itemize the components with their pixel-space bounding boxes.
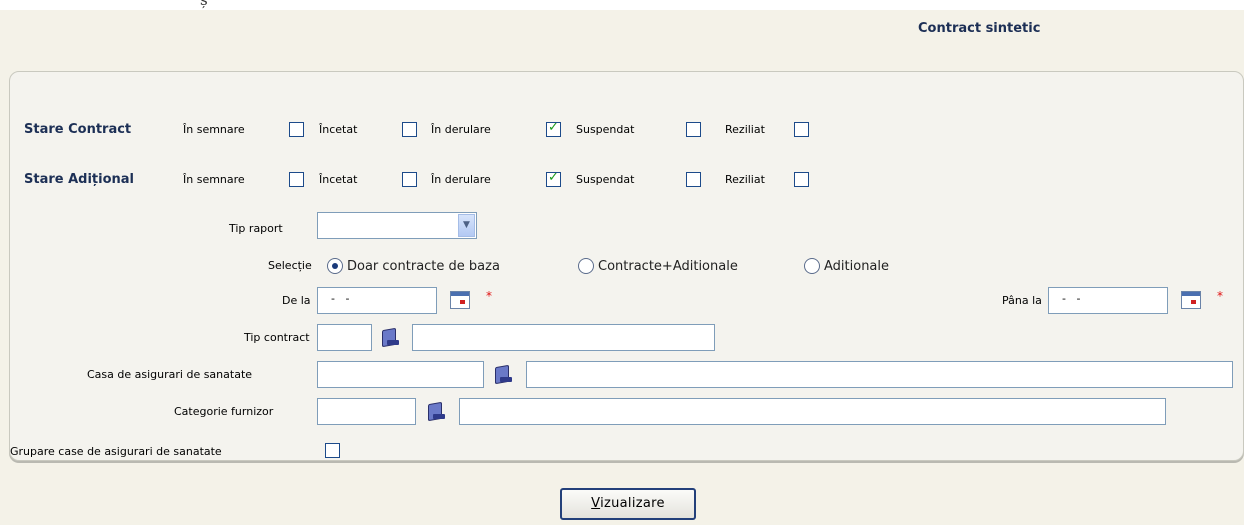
- de-la-label: De la: [282, 294, 311, 307]
- status-option-label: În semnare: [183, 173, 245, 186]
- calendar-icon[interactable]: [450, 291, 470, 309]
- status-option-label: Suspendat: [576, 123, 635, 136]
- chevron-down-icon[interactable]: ▼: [458, 214, 475, 237]
- categorie-furnizor-code-input[interactable]: [317, 398, 416, 425]
- status-checkbox[interactable]: [289, 172, 304, 187]
- radio-contracte-aditionale[interactable]: [578, 258, 594, 274]
- casa-asigurari-label: Casa de asigurari de sanatate: [87, 368, 253, 381]
- selectie-label: Selecție: [268, 259, 312, 272]
- tip-contract-label: Tip contract: [244, 331, 310, 344]
- stare-aditional-label: Stare Adițional: [24, 172, 135, 187]
- categorie-furnizor-name-input[interactable]: [459, 398, 1166, 425]
- grupare-label: Grupare case de asigurari de sanatate: [10, 445, 222, 458]
- status-option-label: Încetat: [319, 173, 358, 186]
- radio-aditionale[interactable]: [804, 258, 820, 274]
- status-checkbox[interactable]: [794, 122, 809, 137]
- checkmark-icon: ✓: [548, 170, 559, 185]
- status-option-label: Reziliat: [725, 123, 765, 136]
- clipped-header-text: ș: [200, 0, 209, 9]
- vizualizare-button[interactable]: Vizualizare: [560, 488, 696, 520]
- status-option-label: În semnare: [183, 123, 245, 136]
- de-la-input[interactable]: - -: [317, 287, 437, 314]
- status-checkbox[interactable]: ✓: [546, 120, 561, 137]
- pana-la-label: Pâna la: [1002, 294, 1042, 307]
- casa-asigurari-code-input[interactable]: [317, 361, 484, 388]
- required-mark: *: [486, 289, 492, 303]
- status-checkbox[interactable]: [686, 172, 701, 187]
- status-option-label: Reziliat: [725, 173, 765, 186]
- tip-contract-name-input[interactable]: [412, 324, 715, 351]
- radio-contracte-aditionale-label: Contracte+Aditionale: [598, 259, 738, 274]
- radio-aditionale-label: Aditionale: [824, 259, 890, 274]
- vizualizare-label: izualizare: [600, 496, 665, 511]
- folder-lookup-icon[interactable]: [381, 328, 399, 346]
- status-checkbox[interactable]: [402, 122, 417, 137]
- status-checkbox[interactable]: [794, 172, 809, 187]
- status-checkbox[interactable]: [402, 172, 417, 187]
- categorie-furnizor-label: Categorie furnizor: [174, 405, 274, 418]
- status-checkbox[interactable]: [289, 122, 304, 137]
- tip-raport-select[interactable]: ▼: [317, 212, 477, 239]
- status-checkbox[interactable]: [686, 122, 701, 137]
- tip-contract-code-input[interactable]: [317, 324, 372, 351]
- vizualizare-accesskey: V: [591, 496, 601, 511]
- clipped-header-strip: ș: [0, 0, 1244, 10]
- status-option-label: În derulare: [431, 123, 491, 136]
- folder-lookup-icon[interactable]: [494, 365, 512, 383]
- status-option-label: Suspendat: [576, 173, 635, 186]
- required-mark: *: [1217, 289, 1223, 303]
- report-title: Contract sintetic: [918, 21, 1041, 36]
- tip-raport-label: Tip raport: [229, 222, 283, 235]
- status-option-label: Încetat: [319, 123, 358, 136]
- stare-contract-label: Stare Contract: [24, 122, 132, 137]
- grupare-checkbox[interactable]: [325, 443, 340, 458]
- pana-la-input[interactable]: - -: [1048, 287, 1168, 314]
- radio-doar-contracte-label: Doar contracte de baza: [347, 259, 500, 274]
- casa-asigurari-name-input[interactable]: [526, 361, 1233, 388]
- radio-doar-contracte[interactable]: [327, 258, 343, 274]
- folder-lookup-icon[interactable]: [427, 402, 445, 420]
- status-option-label: În derulare: [431, 173, 491, 186]
- checkmark-icon: ✓: [548, 120, 559, 135]
- calendar-icon[interactable]: [1181, 291, 1201, 309]
- status-checkbox[interactable]: ✓: [546, 170, 561, 187]
